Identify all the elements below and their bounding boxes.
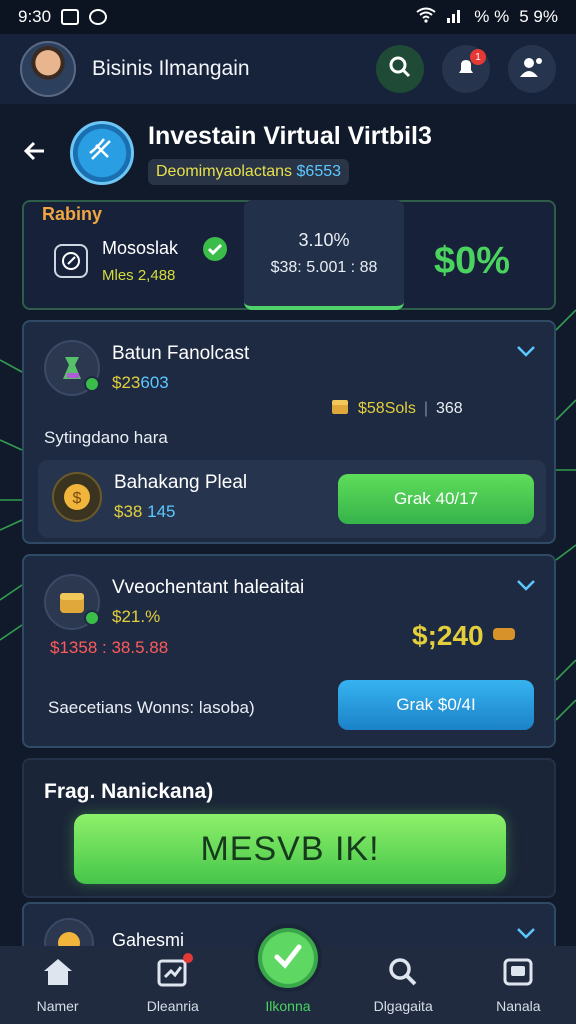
screenshot-icon [61,9,80,25]
home-icon [41,957,75,990]
wallet-icon [503,957,533,990]
page-title-row: Investain Virtual Virtbil3 Deomimyaolact… [20,116,560,190]
cta-label: Frag. Nanickana) [44,780,214,803]
card-2-footer-text: Saecetians Wonns: lasoba) [48,698,255,717]
card-2-amount: $21.% [112,607,161,626]
nav-wallet[interactable]: Nanala [468,957,568,1014]
user-icon [519,55,545,84]
stats-highlight[interactable]: 3.10% $38: 5.001 : 88 [244,200,404,310]
gold-box-icon [44,574,100,630]
card-2-red-value: $1358 : 38.5.88 [50,638,169,657]
signal-icon [446,7,464,28]
chevron-down-icon[interactable] [516,344,536,362]
profile-button[interactable] [508,45,556,93]
back-button[interactable] [20,138,50,168]
card-2-title: Vveochentant haleaitai [112,577,305,598]
card-1-amount: $23603 [112,373,169,392]
notification-badge: 1 [470,49,486,65]
stats-item[interactable]: Mososlak Mles 2,488 [54,237,227,284]
wifi-icon [416,7,436,28]
chevron-down-icon[interactable] [516,926,536,944]
card-1-subitem[interactable]: $ Bahakang Pleal $38 145 Grak 40/17 [38,460,546,538]
search-icon [388,55,412,84]
subtitle-amount: $6553 [296,162,342,180]
search-icon [388,957,418,990]
nav-badge [182,953,193,963]
ranking-label: Rabiny [42,204,103,224]
stats-big-value: $0% [434,240,511,282]
avatar[interactable] [20,41,76,97]
stats-item-meta: Mles 2,488 [102,267,176,284]
nav-dashboard[interactable]: Dleanria [123,953,223,1014]
nav-search[interactable]: Dlgagaita [353,957,453,1014]
search-button[interactable] [376,45,424,93]
stats-percent: 3.10% [298,229,350,250]
nav-home[interactable]: Namer [8,957,108,1014]
chevron-down-icon[interactable] [516,578,536,596]
treasure-icon [330,396,350,421]
card-1-section-label: Sytingdano hara [44,428,168,447]
stats-value: $38: 5.001 : 88 [270,258,378,276]
cta-card: Frag. Nanickana) MESVB IK! [22,758,556,898]
card-1-sub-title: Bahakang Pleal [114,472,248,493]
subtitle-text: Deomimyaolactans [156,162,293,180]
ticket-icon [492,626,516,647]
arrow-left-icon [22,138,48,169]
confirm-fab-button[interactable] [254,924,322,992]
coin-icon: $ [52,472,102,522]
page-subtitle: Deomimyaolactans $6553 [148,158,350,185]
investment-card-2[interactable]: Vveochentant haleaitai $21.% $1358 : 38.… [22,554,556,748]
app-header: Bisinis Ilmangain 1 [0,34,576,104]
investment-card-1[interactable]: Batun Fanolcast $23603 $58Sols | 368 Syt… [22,320,556,544]
card-1-side-value: $58Sols [358,399,416,417]
card-1-side-extra: 368 [435,399,463,417]
check-icon [202,236,228,267]
status-misc: % % [474,7,510,26]
status-time: 9:30 [18,7,52,26]
page-title: Investain Virtual Virtbil3 [148,121,432,150]
satellite-icon [84,133,120,174]
header-title: Bisinis Ilmangain [92,57,250,80]
battery-level: 5 9% [519,7,558,26]
target-icon [54,244,88,278]
app-notification-icon [89,9,108,25]
card-1-sub-amount: $38 145 [114,502,176,521]
check-icon [271,939,305,978]
main-cta-button[interactable]: MESVB IK! [74,814,506,884]
notifications-button[interactable]: 1 [442,45,490,93]
card-2-action-button[interactable]: Grak $0/4I [338,680,534,730]
card-1-title: Batun Fanolcast [112,343,250,364]
card-2-big-value: $;240 [412,620,484,651]
svg-text:$: $ [73,490,82,507]
potion-icon [44,340,100,396]
app-logo [70,121,134,185]
status-bar: 9:30 % % 5 9% [0,0,576,34]
card-1-action-button[interactable]: Grak 40/17 [338,474,534,524]
stats-panel: Rabiny Mososlak Mles 2,488 3.10% $38: 5.… [22,200,556,310]
stats-item-name: Mososlak [102,238,179,258]
